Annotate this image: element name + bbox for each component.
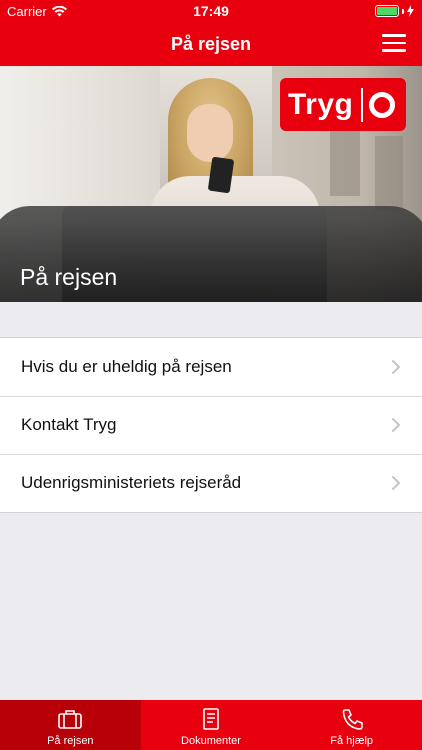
tab-label: Få hjælp [330, 735, 374, 747]
chevron-right-icon [392, 476, 400, 490]
hero-banner: På rejsen Tryg [0, 66, 422, 302]
tab-label: På rejsen [47, 735, 94, 747]
list-item-label: Udenrigsministeriets rejseråd [21, 473, 242, 492]
hamburger-menu-icon[interactable] [382, 34, 406, 52]
chevron-right-icon [392, 418, 400, 432]
tab-faa-hjaelp[interactable]: Få hjælp [281, 700, 422, 750]
suitcase-icon [58, 710, 83, 729]
hero-caption: På rejsen [20, 264, 118, 290]
tab-paa-rejsen[interactable]: På rejsen [0, 700, 141, 750]
chevron-right-icon [392, 360, 400, 374]
list-item-label: Hvis du er uheldig på rejsen [21, 357, 232, 376]
phone-in-photo [207, 156, 235, 194]
list-item-uheldig[interactable]: Hvis du er uheldig på rejsen [0, 338, 422, 396]
charging-icon [407, 5, 414, 17]
tab-label: Dokumenter [181, 735, 241, 747]
menu-list: Hvis du er uheldig på rejsen Kontakt Try… [0, 337, 422, 513]
logo-wordmark: Tryg [288, 87, 354, 121]
lifebuoy-icon [368, 91, 395, 118]
nav-bar: På rejsen [0, 22, 422, 66]
document-icon [203, 708, 219, 730]
list-item-label: Kontakt Tryg [21, 415, 117, 434]
battery-group [375, 5, 414, 17]
tab-bar: På rejsen Dokumenter Få hjælp [0, 700, 422, 750]
status-time: 17:49 [193, 3, 229, 19]
status-bar: Carrier 17:49 [0, 0, 422, 22]
page-title: På rejsen [170, 34, 252, 54]
list-item-rejseraad[interactable]: Udenrigsministeriets rejseråd [0, 454, 422, 512]
tryg-logo: Tryg [280, 78, 406, 131]
phone-icon [342, 709, 363, 730]
list-item-kontakt[interactable]: Kontakt Tryg [0, 396, 422, 454]
battery-icon [375, 5, 399, 17]
tab-dokumenter[interactable]: Dokumenter [141, 700, 282, 750]
